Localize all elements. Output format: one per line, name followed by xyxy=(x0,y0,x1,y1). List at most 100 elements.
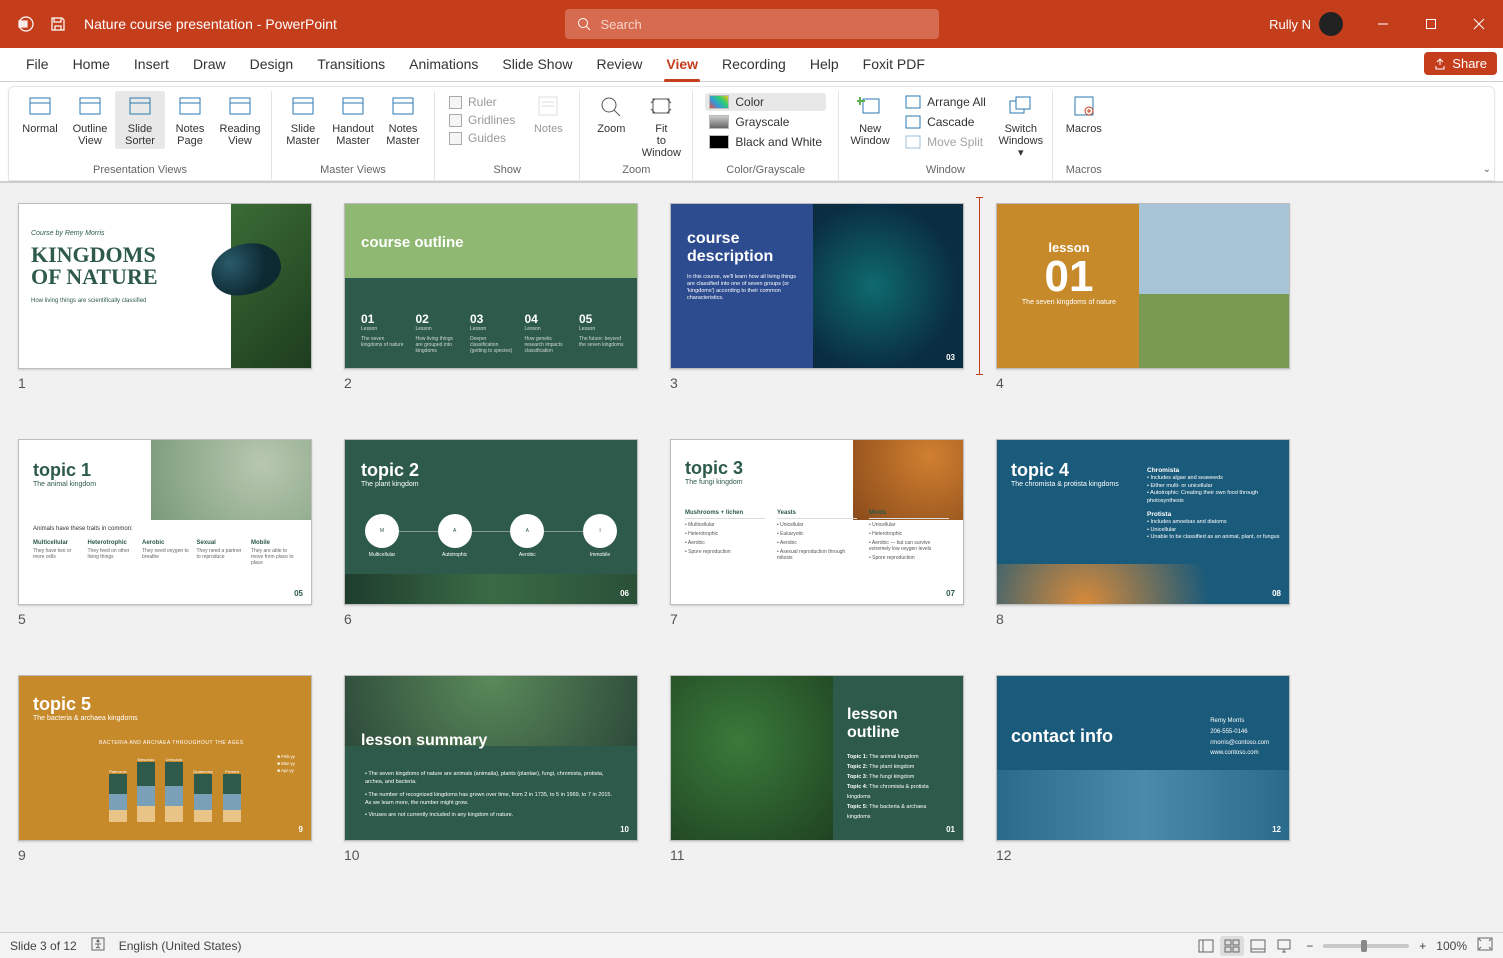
minimize-button[interactable] xyxy=(1359,0,1407,48)
group-label-master-views: Master Views xyxy=(320,164,386,180)
group-show: Ruler Gridlines Guides Notes Show xyxy=(435,91,580,180)
zoom-in-button[interactable]: + xyxy=(1419,939,1426,953)
group-window: New Window Arrange AllCascadeMove Split … xyxy=(839,91,1053,180)
macros-button[interactable]: Macros xyxy=(1059,91,1109,137)
slide-sorter-view-button[interactable] xyxy=(1220,936,1244,956)
slide-number: 3 xyxy=(670,375,964,391)
title-bar: Nature course presentation - PowerPoint … xyxy=(0,0,1503,48)
slide-thumbnail-4[interactable]: lesson01The seven kingdoms of nature4 xyxy=(996,203,1290,391)
slide-thumbnail-9[interactable]: topic 5The bacteria & archaea kingdomsBA… xyxy=(18,675,312,863)
slide-thumbnail-5[interactable]: topic 1The animal kingdomAnimals have th… xyxy=(18,439,312,627)
user-name: Rully N xyxy=(1269,17,1311,32)
tab-transitions[interactable]: Transitions xyxy=(305,47,397,81)
mv-handout-master-button[interactable]: HandoutMaster xyxy=(328,91,378,149)
zoom-fit-to-window-button[interactable]: Fitto Window xyxy=(636,91,686,161)
group-label-window: Window xyxy=(926,164,965,180)
check-gridlines[interactable]: Gridlines xyxy=(449,113,515,127)
group-label-zoom: Zoom xyxy=(622,164,650,180)
maximize-button[interactable] xyxy=(1407,0,1455,48)
slide-number: 8 xyxy=(996,611,1290,627)
close-button[interactable] xyxy=(1455,0,1503,48)
slide-thumbnail-11[interactable]: lessonoutlineTopic 1: The animal kingdom… xyxy=(670,675,964,863)
tab-file[interactable]: File xyxy=(14,47,61,81)
color-mode-black-and-white[interactable]: Black and White xyxy=(705,133,826,151)
mv-notes-master-button[interactable]: NotesMaster xyxy=(378,91,428,149)
search-icon xyxy=(577,17,591,31)
check-guides[interactable]: Guides xyxy=(449,131,515,145)
tab-help[interactable]: Help xyxy=(798,47,851,81)
tab-insert[interactable]: Insert xyxy=(122,47,181,81)
share-button[interactable]: Share xyxy=(1424,52,1497,75)
pv-normal-button[interactable]: Normal xyxy=(15,91,65,137)
tab-animations[interactable]: Animations xyxy=(397,47,490,81)
collapse-ribbon-icon[interactable]: ⌄ xyxy=(1483,164,1491,175)
slide-thumbnail-8[interactable]: topic 4The chromista & protista kingdoms… xyxy=(996,439,1290,627)
tab-recording[interactable]: Recording xyxy=(710,47,798,81)
pv-slide-sorter-button[interactable]: SlideSorter xyxy=(115,91,165,149)
switch-windows-label: Switch Windows ▾ xyxy=(998,123,1044,159)
accessibility-icon[interactable] xyxy=(91,937,105,954)
group-label-show: Show xyxy=(493,164,521,180)
slide-thumbnail-10[interactable]: lesson summary• The seven kingdoms of na… xyxy=(344,675,638,863)
save-icon[interactable] xyxy=(48,14,68,34)
color-mode-color[interactable]: Color xyxy=(705,93,826,111)
slide-thumbnail-6[interactable]: topic 2The plant kingdomMAAIMulticellula… xyxy=(344,439,638,627)
zoom-out-button[interactable]: − xyxy=(1306,939,1313,953)
fit-to-window-button[interactable] xyxy=(1477,937,1493,954)
notes-label: Notes xyxy=(534,123,563,135)
new-window-button[interactable]: New Window xyxy=(845,91,895,149)
tab-home[interactable]: Home xyxy=(61,47,122,81)
share-label: Share xyxy=(1452,56,1487,71)
normal-view-button[interactable] xyxy=(1194,936,1218,956)
status-bar: Slide 3 of 12 English (United States) − … xyxy=(0,932,1503,958)
group-presentation-views: NormalOutlineViewSlideSorterNotesPageRea… xyxy=(9,91,272,180)
tab-foxit-pdf[interactable]: Foxit PDF xyxy=(851,47,937,81)
group-color-grayscale: Color Grayscale Black and White Color/Gray… xyxy=(693,91,839,180)
mv-slide-master-button[interactable]: SlideMaster xyxy=(278,91,328,149)
tab-slide-show[interactable]: Slide Show xyxy=(490,47,584,81)
color-mode-grayscale[interactable]: Grayscale xyxy=(705,113,826,131)
slide-thumbnail-2[interactable]: course outline01LessonThe seven kingdoms… xyxy=(344,203,638,391)
ribbon-tabs: FileHomeInsertDrawDesignTransitionsAnima… xyxy=(0,48,1503,82)
zoom-slider[interactable] xyxy=(1323,944,1409,948)
window-move-split: Move Split xyxy=(901,133,990,151)
slide-number: 12 xyxy=(996,847,1290,863)
window-cascade[interactable]: Cascade xyxy=(901,113,990,131)
group-master-views: SlideMasterHandoutMasterNotesMaster Mast… xyxy=(272,91,435,180)
slide-sorter-area[interactable]: Course by Remy MorrisKINGDOMSOF NATUREHo… xyxy=(0,182,1503,932)
slide-number: 11 xyxy=(670,847,964,863)
slideshow-view-button[interactable] xyxy=(1272,936,1296,956)
tab-draw[interactable]: Draw xyxy=(181,47,238,81)
reading-view-button[interactable] xyxy=(1246,936,1270,956)
search-input[interactable] xyxy=(601,17,927,32)
search-box[interactable] xyxy=(565,9,939,39)
ribbon: NormalOutlineViewSlideSorterNotesPageRea… xyxy=(0,82,1503,182)
window-arrange-all[interactable]: Arrange All xyxy=(901,93,990,111)
group-label-macros: Macros xyxy=(1066,164,1102,180)
slide-thumbnail-7[interactable]: topic 3The fungi kingdomMushrooms + lich… xyxy=(670,439,964,627)
group-macros: Macros Macros xyxy=(1053,91,1115,180)
pv-outline-view-button[interactable]: OutlineView xyxy=(65,91,115,149)
switch-windows-button[interactable]: Switch Windows ▾ xyxy=(996,91,1046,161)
slide-thumbnail-1[interactable]: Course by Remy MorrisKINGDOMSOF NATUREHo… xyxy=(18,203,312,391)
account-label[interactable]: Rully N xyxy=(1269,12,1343,36)
slide-number: 4 xyxy=(996,375,1290,391)
zoom-zoom-button[interactable]: Zoom xyxy=(586,91,636,137)
slide-number: 1 xyxy=(18,375,312,391)
notes-button[interactable]: Notes xyxy=(523,91,573,137)
check-ruler[interactable]: Ruler xyxy=(449,95,515,109)
pv-reading-view-button[interactable]: ReadingView xyxy=(215,91,265,149)
insertion-cursor xyxy=(979,197,980,375)
tab-review[interactable]: Review xyxy=(584,47,654,81)
zoom-level[interactable]: 100% xyxy=(1436,939,1467,953)
tab-design[interactable]: Design xyxy=(238,47,306,81)
group-zoom: ZoomFitto Window Zoom xyxy=(580,91,693,180)
group-label-color: Color/Grayscale xyxy=(726,164,805,180)
slide-thumbnail-3[interactable]: coursedescriptionIn this course, we'll l… xyxy=(670,203,964,391)
avatar xyxy=(1319,12,1343,36)
tab-view[interactable]: View xyxy=(654,47,710,81)
slide-number: 9 xyxy=(18,847,312,863)
pv-notes-page-button[interactable]: NotesPage xyxy=(165,91,215,149)
language-label[interactable]: English (United States) xyxy=(119,939,242,953)
slide-thumbnail-12[interactable]: contact infoRemy Morris206-555-0146rmorr… xyxy=(996,675,1290,863)
